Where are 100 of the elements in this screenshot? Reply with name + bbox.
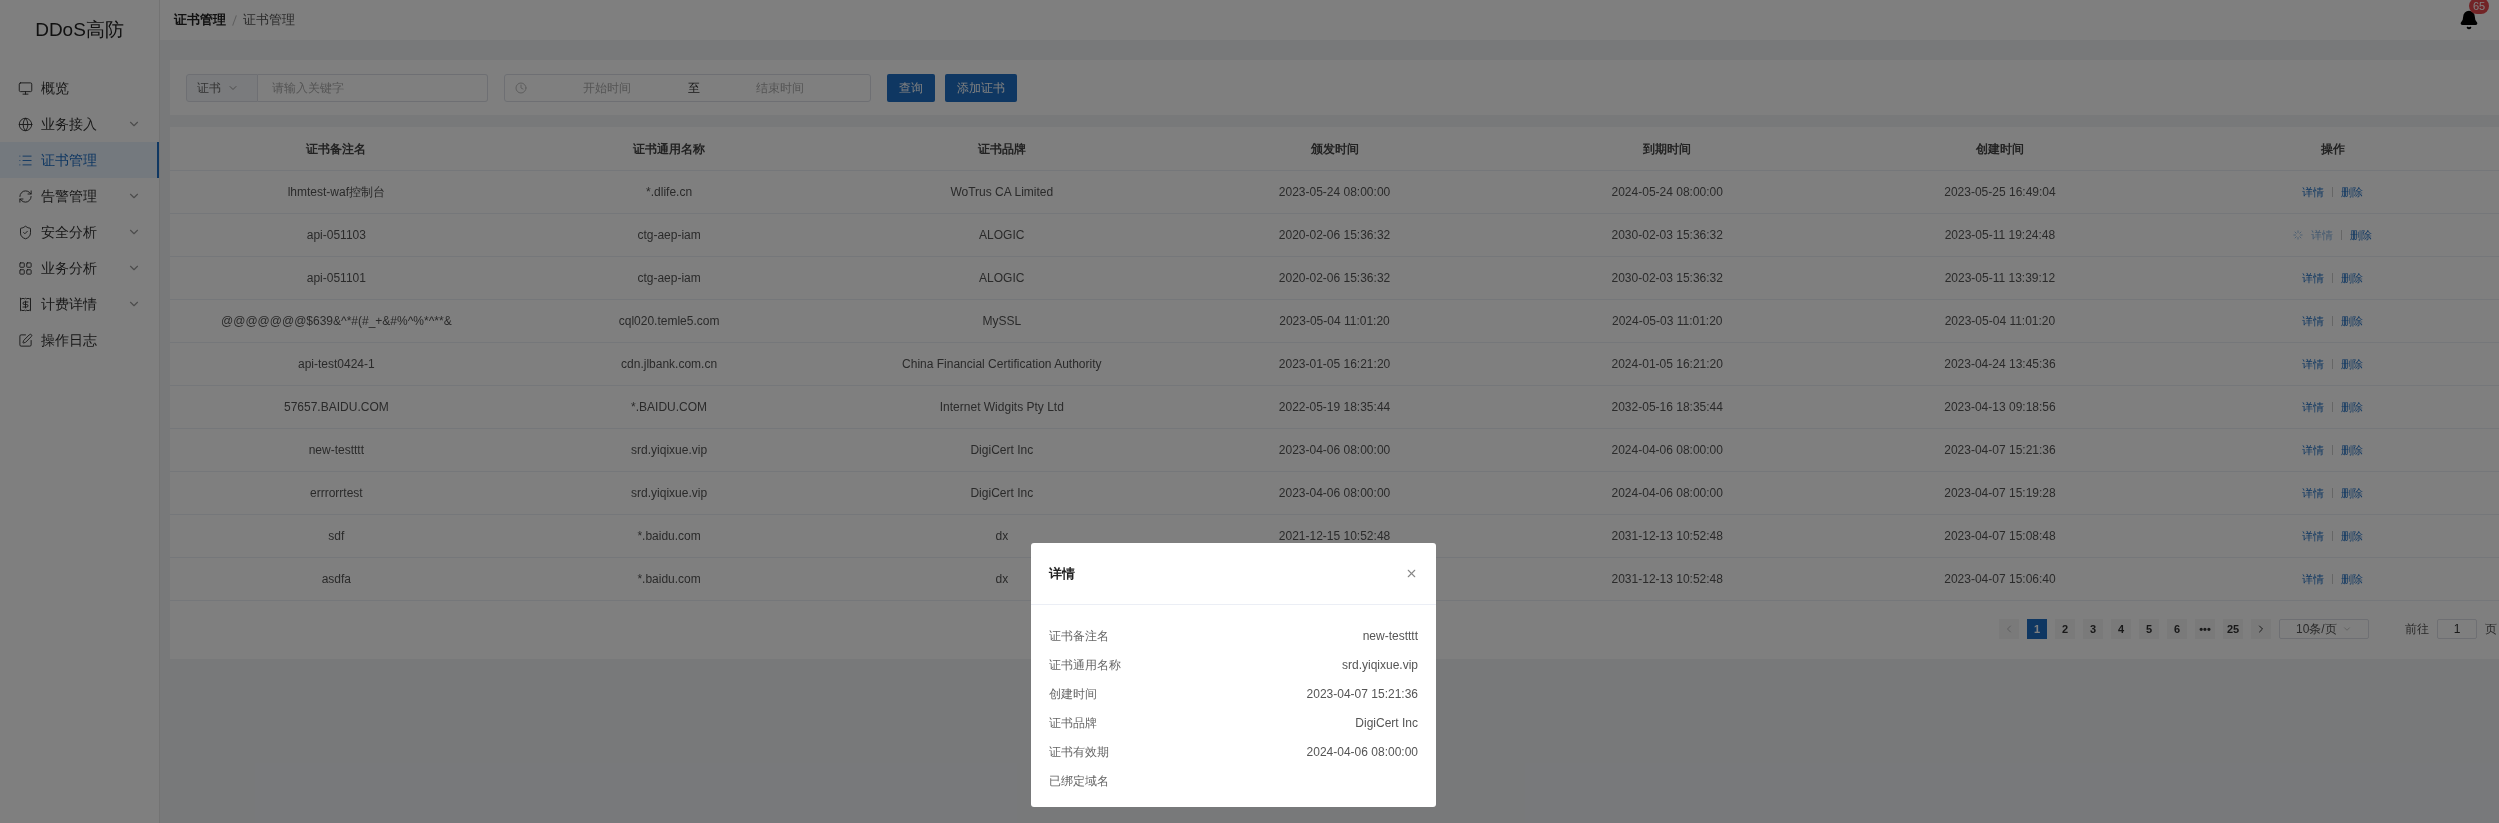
monitor-icon: [18, 80, 33, 96]
table-cell-text: 2022-05-19 18:35:44: [1278, 399, 1391, 416]
table-cell-text: 2023-05-04 11:01:20: [1279, 313, 1390, 330]
column-header: 证书备注名: [306, 140, 367, 158]
table-cell-text: 2020-02-06 15:36:32: [1278, 227, 1391, 244]
table-cell-text: @@@@@@@$639&^*#(#_+&#%^%*^**&: [221, 313, 452, 330]
sidebar-item[interactable]: 概览: [0, 70, 159, 106]
breadcrumb-current: 证书管理: [243, 11, 295, 30]
table-cell-text: 2030-02-03 15:36:32: [1611, 227, 1723, 244]
table-cell-text: lhmtest-waf控制台: [287, 184, 386, 201]
column-header: 到期时间: [1643, 140, 1692, 158]
page-button[interactable]: 1: [2027, 619, 2047, 639]
delete-link[interactable]: 删除: [2341, 441, 2364, 459]
page-suffix: 页: [2485, 621, 2497, 638]
sidebar-item[interactable]: 业务接入: [0, 106, 159, 142]
close-icon[interactable]: [1405, 567, 1418, 580]
details-link[interactable]: 详情: [2302, 355, 2325, 373]
table-cell-text: 2020-02-06 15:36:32: [1278, 270, 1391, 287]
delete-link[interactable]: 删除: [2341, 570, 2364, 588]
field-value: DigiCert Inc: [1355, 714, 1418, 732]
app-logo: DDoS高防: [35, 17, 124, 42]
table-cell-text: 2023-05-11 19:24:48: [1944, 227, 2056, 244]
page-button[interactable]: 4: [2111, 619, 2131, 639]
breadcrumb-link[interactable]: 证书管理: [174, 10, 226, 30]
table-cell-text: *.baidu.com: [637, 528, 701, 545]
table-cell-text: 2021-12-15 10:52:48: [1278, 528, 1391, 545]
details-link[interactable]: 详情: [2302, 527, 2325, 545]
add-certificate-button[interactable]: 添加证书: [945, 73, 1017, 102]
delete-link[interactable]: 删除: [2341, 183, 2364, 201]
sidebar-item[interactable]: 证书管理: [0, 142, 159, 178]
delete-link[interactable]: 删除: [2341, 269, 2364, 287]
field-select[interactable]: 证书: [186, 73, 258, 102]
field-label: 证书通用名称: [1049, 656, 1121, 674]
table-cell-text: api-test0424-1: [298, 356, 375, 373]
details-link[interactable]: 详情: [2302, 183, 2325, 201]
table-cell-text: 2023-04-13 09:18:56: [1944, 399, 2056, 416]
table-cell-text: 2024-05-24 08:00:00: [1611, 184, 1723, 201]
page-button[interactable]: •••: [2195, 619, 2215, 639]
sidebar-item[interactable]: 计费详情: [0, 286, 159, 322]
table-cell-text: dx: [995, 528, 1009, 545]
next-page-button[interactable]: [2251, 619, 2271, 639]
table-cell-text: DigiCert Inc: [970, 485, 1034, 502]
delete-link[interactable]: 删除: [2341, 398, 2364, 416]
table-cell-text: api-051103: [306, 227, 366, 244]
table-cell-text: MySSL: [982, 313, 1022, 330]
sidebar-item[interactable]: 安全分析: [0, 214, 159, 250]
table-cell-text: srd.yiqixue.vip: [631, 442, 708, 459]
page-button[interactable]: 2: [2055, 619, 2075, 639]
table-cell-text: api-051101: [306, 270, 366, 287]
page-button[interactable]: 5: [2139, 619, 2159, 639]
details-link[interactable]: 详情: [2302, 398, 2325, 416]
loading-icon: [2293, 230, 2304, 240]
table-cell-text: *.baidu.com: [637, 571, 701, 588]
sidebar-item[interactable]: 告警管理: [0, 178, 159, 214]
column-header: 证书品牌: [977, 140, 1026, 158]
page-size-select[interactable]: 10条/页: [2279, 619, 2369, 639]
notification-badge: 65: [2469, 0, 2490, 14]
table-cell-text: 2023-05-24 08:00:00: [1278, 184, 1391, 201]
details-link[interactable]: 详情: [2302, 441, 2325, 459]
column-header: 创建时间: [1975, 140, 2024, 158]
table-cell-text: 2023-04-07 15:19:28: [1944, 485, 2056, 502]
table-cell-text: asdfa: [321, 571, 352, 588]
clock-icon: [515, 81, 527, 94]
field-label: 证书有效期: [1049, 743, 1109, 761]
globe-icon: [18, 116, 33, 132]
field-value: srd.yiqixue.vip: [1341, 656, 1418, 674]
table-cell-text: 2030-02-03 15:36:32: [1611, 270, 1723, 287]
table-cell-text: 2023-04-06 08:00:00: [1278, 485, 1391, 502]
delete-link[interactable]: 删除: [2341, 527, 2364, 545]
details-link[interactable]: 详情: [2302, 570, 2325, 588]
page-button[interactable]: 3: [2083, 619, 2103, 639]
grid-icon: [18, 260, 33, 276]
table-cell-text: cdn.jlbank.com.cn: [621, 356, 718, 373]
details-link[interactable]: 详情: [2302, 312, 2325, 330]
field-label: 已绑定域名: [1049, 772, 1109, 790]
delete-link[interactable]: 删除: [2341, 312, 2364, 330]
table-cell-text: ctg-aep-iam: [637, 227, 701, 244]
page-button[interactable]: 25: [2223, 619, 2243, 639]
sidebar-item[interactable]: 业务分析: [0, 250, 159, 286]
column-header: 颁发时间: [1310, 140, 1359, 158]
delete-link[interactable]: 删除: [2350, 226, 2373, 244]
page-number-field[interactable]: 1: [2437, 619, 2477, 639]
table-cell-text: *.BAIDU.COM: [631, 399, 708, 416]
table-cell-text: errrorrtest: [310, 485, 363, 502]
table-cell-text: 2023-01-05 16:21:20: [1278, 356, 1391, 373]
table-cell-text: cql020.temle5.com: [618, 313, 720, 330]
table-cell-text: 2024-01-05 16:21:20: [1611, 356, 1723, 373]
table-cell-text: *.dlife.cn: [646, 184, 693, 201]
details-link[interactable]: 详情: [2302, 269, 2325, 287]
details-link[interactable]: 详情: [2302, 484, 2325, 502]
table-cell-text: WoTrus CA Limited: [950, 184, 1054, 201]
table-cell-text: Internet Widgits Pty Ltd: [939, 399, 1064, 416]
search-button[interactable]: 查询: [887, 73, 935, 102]
page-button[interactable]: 6: [2167, 619, 2187, 639]
delete-link[interactable]: 删除: [2341, 484, 2364, 502]
table-cell-text: 2032-05-16 18:35:44: [1611, 399, 1723, 416]
notification-bell-icon[interactable]: [2459, 10, 2479, 30]
refresh-icon: [18, 188, 33, 204]
sidebar-item[interactable]: 操作日志: [0, 322, 159, 358]
delete-link[interactable]: 删除: [2341, 355, 2364, 373]
